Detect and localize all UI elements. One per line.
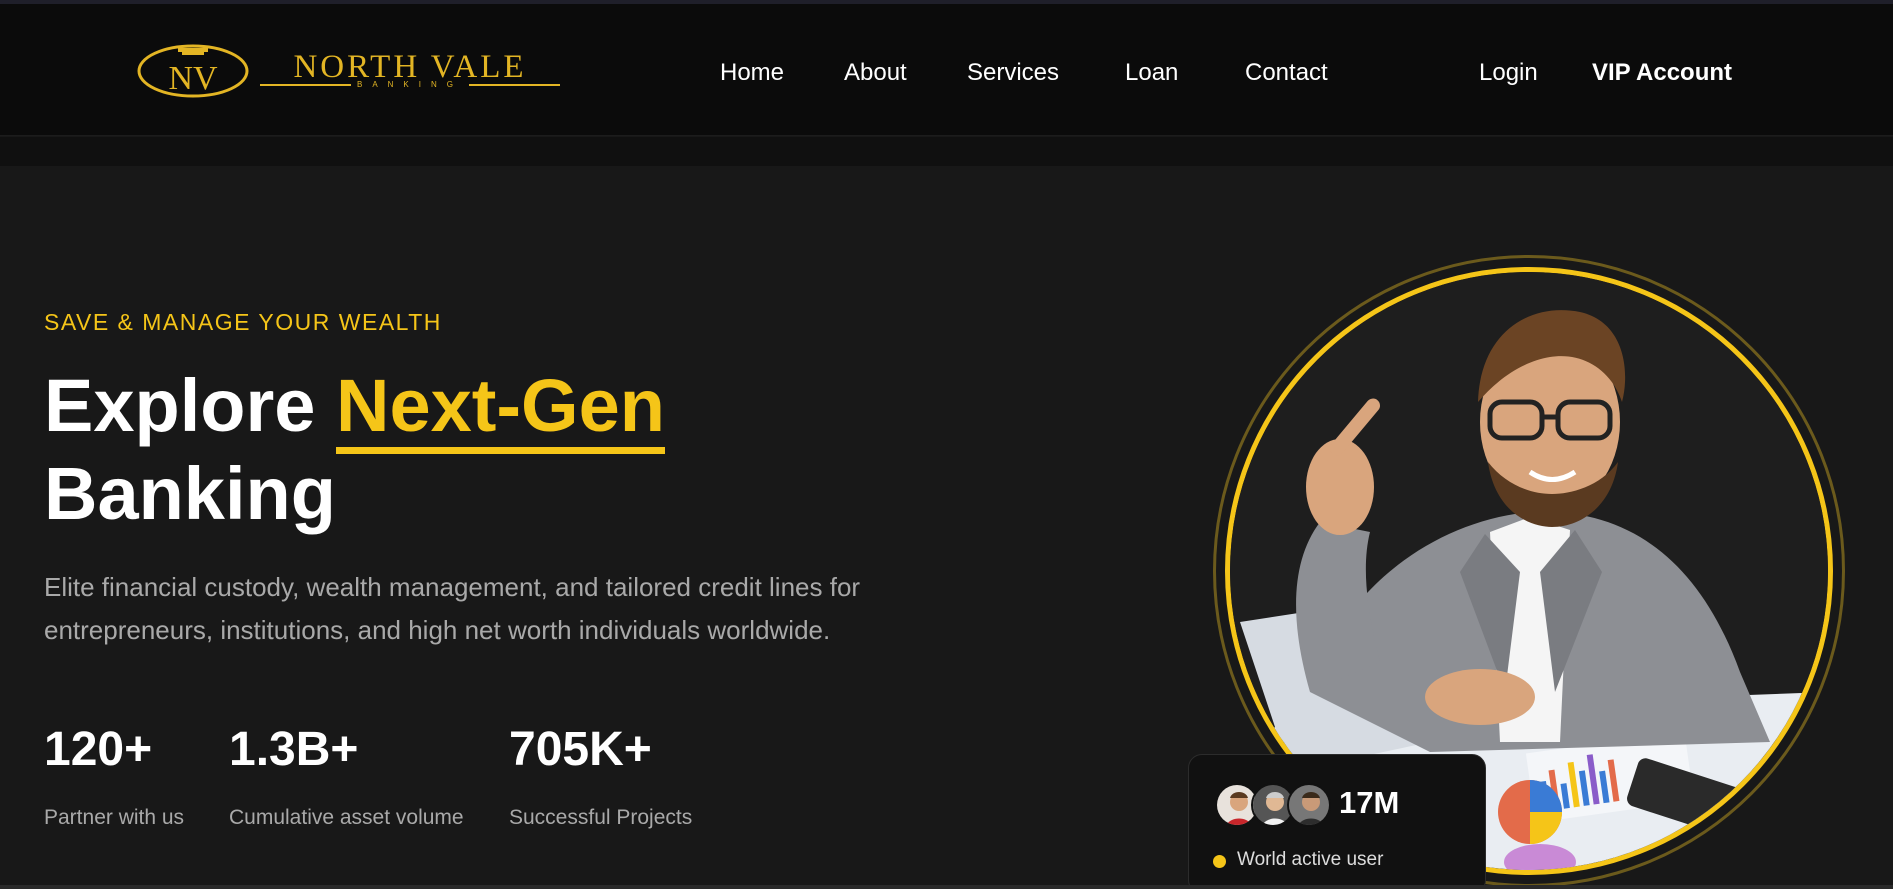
avatar-group — [1215, 783, 1331, 827]
status-dot-icon — [1213, 855, 1226, 868]
stat-projects-value: 705K+ — [509, 723, 652, 776]
hero-eyebrow: SAVE & MANAGE YOUR WEALTH — [44, 309, 442, 335]
nav-services[interactable]: Services — [967, 56, 1059, 90]
bottom-edge — [0, 885, 1893, 889]
stat-assets-value: 1.3B+ — [229, 723, 359, 776]
stat-assets-label: Cumulative asset volume — [229, 806, 464, 829]
site-header: NV NORTH VALE BANKING Home About Service… — [0, 4, 1893, 136]
nav-loan[interactable]: Loan — [1125, 56, 1178, 90]
stat-projects-label: Successful Projects — [509, 806, 693, 829]
avatar-dark-suit — [1287, 783, 1331, 827]
hero-title-prefix: Explore — [44, 364, 316, 447]
login-link[interactable]: Login — [1479, 56, 1538, 90]
main-nav: Home About Services Loan Contact Login V… — [0, 56, 1893, 90]
stat-partners-value: 120+ — [44, 723, 153, 776]
active-users-card: 17M World active user — [1188, 754, 1486, 889]
active-user-count: 17M — [1339, 785, 1400, 820]
nav-about[interactable]: About — [844, 56, 907, 90]
hero-title-highlight: Next-Gen — [336, 364, 665, 454]
vip-account-link[interactable]: VIP Account — [1592, 56, 1732, 90]
hero-title-suffix: Banking — [44, 452, 336, 535]
stat-partners-label: Partner with us — [44, 806, 185, 829]
hero-description: Elite financial custody, wealth manageme… — [44, 572, 861, 645]
active-user-label: World active user — [1237, 849, 1384, 870]
header-divider-band — [0, 137, 1893, 166]
hero-title: Explore Next-Gen Banking — [44, 362, 665, 538]
nav-home[interactable]: Home — [720, 56, 784, 90]
nav-contact[interactable]: Contact — [1245, 56, 1328, 90]
